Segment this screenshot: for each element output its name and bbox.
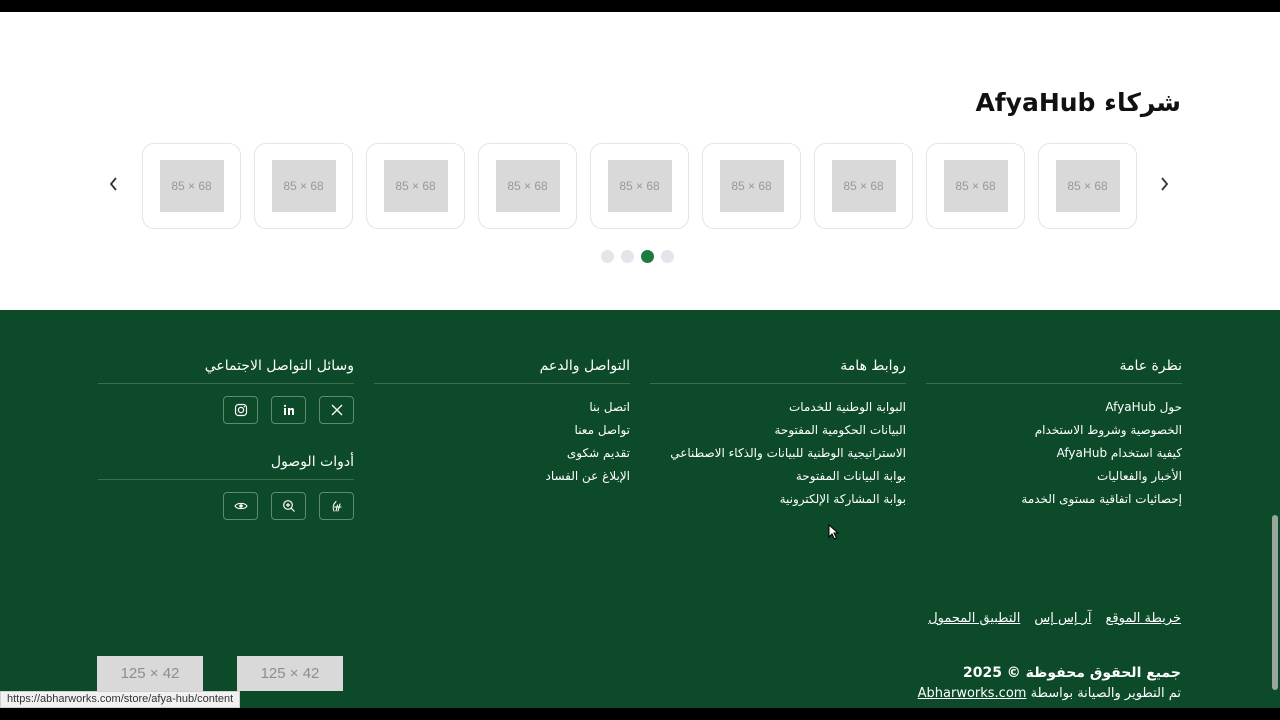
- app-store-badge[interactable]: 125 × 42: [97, 656, 203, 691]
- play-store-badge[interactable]: 125 × 42: [237, 656, 343, 691]
- partners-section: شركاء AfyaHub 85 × 68 85 × 68 85 × 68 85…: [0, 12, 1280, 310]
- footer-link-news[interactable]: الأخبار والفعاليات: [926, 465, 1182, 488]
- credit-text: تم التطوير والصيانة بواسطة Abharworks.co…: [918, 686, 1181, 701]
- instagram-link[interactable]: [223, 396, 258, 424]
- site-footer: نظرة عامة حول AfyaHub الخصوصية وشروط الا…: [0, 310, 1280, 708]
- footer-link-complaint[interactable]: تقديم شكوى: [374, 442, 630, 465]
- partner-logo-card[interactable]: 85 × 68: [254, 143, 353, 229]
- contrast-eye-button[interactable]: [223, 492, 258, 520]
- partner-logo-card[interactable]: 85 × 68: [814, 143, 913, 229]
- eye-icon: [233, 502, 248, 510]
- footer-link-open-data-portal[interactable]: بوابة البيانات المفتوحة: [650, 465, 906, 488]
- footer-col-title: وسائل التواصل الاجتماعي: [98, 358, 354, 384]
- partner-logo-card[interactable]: 85 × 68: [1038, 143, 1137, 229]
- x-icon: [331, 404, 342, 416]
- carousel-dot[interactable]: [661, 249, 674, 263]
- x-link[interactable]: [319, 396, 354, 424]
- partner-logo-card[interactable]: 85 × 68: [702, 143, 801, 229]
- linkedin-icon: [283, 404, 294, 415]
- window-bottom-edge: [0, 708, 1280, 720]
- partner-logo: 85 × 68: [271, 160, 336, 212]
- footer-link-about[interactable]: حول AfyaHub: [926, 396, 1182, 419]
- mouse-cursor-icon: [828, 524, 840, 540]
- accessibility-icons: [98, 492, 354, 520]
- footer-link-report-corruption[interactable]: الإبلاغ عن الفساد: [374, 465, 630, 488]
- partner-logo: 85 × 68: [495, 160, 560, 212]
- credit-prefix: تم التطوير والصيانة بواسطة: [1030, 686, 1181, 701]
- abharworks-link[interactable]: Abharworks.com: [918, 686, 1027, 701]
- partner-logo: 85 × 68: [383, 160, 448, 212]
- linkedin-link[interactable]: [271, 396, 306, 424]
- footer-col-social: وسائل التواصل الاجتماعي أدوات الوصول: [98, 358, 354, 520]
- partner-logo: 85 × 68: [607, 160, 672, 212]
- partner-logo: 85 × 68: [719, 160, 784, 212]
- footer-col-title: روابط هامة: [650, 358, 906, 384]
- copyright-text: جميع الحقوق محفوظة © 2025: [962, 665, 1181, 681]
- partner-logo-card[interactable]: 85 × 68: [366, 143, 465, 229]
- mobile-app-link[interactable]: التطبيق المحمول: [928, 611, 1020, 626]
- social-icons: [98, 396, 354, 424]
- footer-col-support: التواصل والدعم اتصل بنا تواصل معنا تقديم…: [374, 358, 630, 488]
- partner-logo: 85 × 68: [159, 160, 224, 212]
- sign-language-button[interactable]: [319, 492, 354, 520]
- carousel-dots: [601, 249, 674, 263]
- footer-link-contact-us[interactable]: تواصل معنا: [374, 419, 630, 442]
- footer-link-how-to-use[interactable]: كيفية استخدام AfyaHub: [926, 442, 1182, 465]
- footer-link-open-gov-data[interactable]: البيانات الحكومية المفتوحة: [650, 419, 906, 442]
- carousel-dot-active[interactable]: [641, 249, 654, 263]
- footer-col-overview: نظرة عامة حول AfyaHub الخصوصية وشروط الا…: [926, 358, 1182, 511]
- carousel-next-button[interactable]: [1152, 172, 1176, 196]
- partner-logo-card[interactable]: 85 × 68: [478, 143, 577, 229]
- carousel-dot[interactable]: [601, 249, 614, 263]
- instagram-icon: [234, 403, 247, 417]
- footer-col-title: التواصل والدعم: [374, 358, 630, 384]
- footer-link-data-ai-strategy[interactable]: الاستراتيجية الوطنية للبيانات والذكاء ال…: [650, 442, 906, 465]
- partners-title: شركاء AfyaHub: [975, 88, 1181, 117]
- footer-bottom-links: خريطة الموقع آر إس إس التطبيق المحمول: [928, 611, 1181, 626]
- status-bar-url: https://abharworks.com/store/afya-hub/co…: [0, 691, 241, 708]
- chevron-left-icon: [109, 177, 117, 191]
- partner-logo-card[interactable]: 85 × 68: [926, 143, 1025, 229]
- zoom-in-button[interactable]: [271, 492, 306, 520]
- footer-col-important: روابط هامة البوابة الوطنية للخدمات البيا…: [650, 358, 906, 511]
- footer-link-eparticipation[interactable]: بوابة المشاركة الإلكترونية: [650, 488, 906, 511]
- footer-link-call-us[interactable]: اتصل بنا: [374, 396, 630, 419]
- carousel-dot[interactable]: [621, 249, 634, 263]
- partner-logo: 85 × 68: [831, 160, 896, 212]
- partner-logo: 85 × 68: [1055, 160, 1120, 212]
- partner-logo-card[interactable]: 85 × 68: [142, 143, 241, 229]
- footer-col-title: أدوات الوصول: [98, 454, 354, 480]
- sign-language-icon: [332, 500, 342, 512]
- partner-logo: 85 × 68: [943, 160, 1008, 212]
- footer-col-title: نظرة عامة: [926, 358, 1182, 384]
- page-scrollbar[interactable]: [1272, 515, 1278, 690]
- footer-link-privacy[interactable]: الخصوصية وشروط الاستخدام: [926, 419, 1182, 442]
- rss-link[interactable]: آر إس إس: [1034, 611, 1091, 626]
- footer-link-national-portal[interactable]: البوابة الوطنية للخدمات: [650, 396, 906, 419]
- zoom-in-icon: [282, 500, 295, 512]
- chevron-right-icon: [1161, 177, 1169, 191]
- carousel-prev-button[interactable]: [102, 172, 126, 196]
- sitemap-link[interactable]: خريطة الموقع: [1105, 611, 1181, 626]
- footer-link-sla-stats[interactable]: إحصائيات اتفاقية مستوى الخدمة: [926, 488, 1182, 511]
- partner-logo-card[interactable]: 85 × 68: [590, 143, 689, 229]
- window-top-edge: [0, 0, 1280, 12]
